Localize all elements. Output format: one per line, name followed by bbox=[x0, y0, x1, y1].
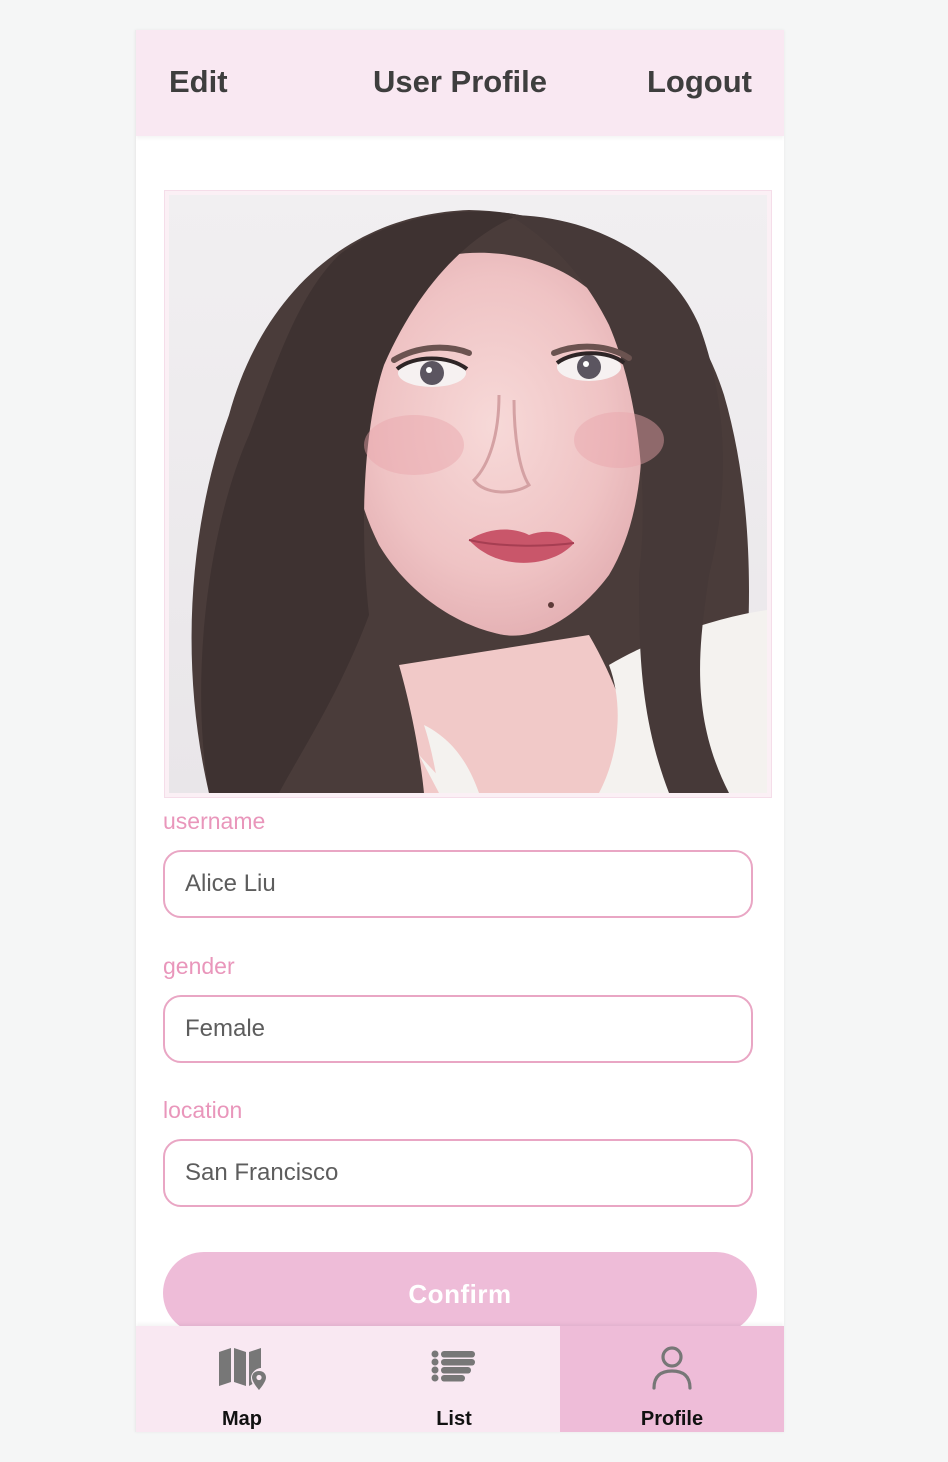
location-field-wrapper bbox=[163, 1139, 753, 1207]
username-field[interactable] bbox=[185, 852, 725, 916]
tab-list[interactable]: List bbox=[348, 1326, 560, 1432]
username-label: username bbox=[163, 808, 266, 834]
bottom-tab-bar: Map List Profile bbox=[136, 1326, 784, 1432]
gender-field[interactable] bbox=[185, 997, 725, 1061]
location-label: location bbox=[163, 1097, 243, 1123]
user-icon bbox=[651, 1346, 693, 1395]
location-field[interactable] bbox=[185, 1141, 725, 1205]
tab-list-label: List bbox=[436, 1408, 472, 1430]
top-bar: Edit User Profile Logout bbox=[136, 30, 784, 136]
tab-map[interactable]: Map bbox=[136, 1326, 348, 1432]
gender-label: gender bbox=[163, 953, 235, 979]
list-icon bbox=[431, 1346, 477, 1390]
logout-button[interactable]: Logout bbox=[647, 64, 752, 100]
profile-photo-frame bbox=[164, 190, 772, 798]
gender-field-wrapper bbox=[163, 995, 753, 1063]
username-field-wrapper bbox=[163, 850, 753, 918]
confirm-button-label: Confirm bbox=[408, 1279, 512, 1309]
profile-photo-illustration bbox=[169, 195, 767, 793]
confirm-button[interactable]: Confirm bbox=[163, 1252, 757, 1334]
app-window: Edit User Profile Logout username Alice … bbox=[135, 30, 784, 1432]
tab-profile[interactable]: Profile bbox=[560, 1326, 784, 1432]
map-icon bbox=[217, 1346, 267, 1395]
tab-map-label: Map bbox=[222, 1408, 262, 1430]
tab-profile-label: Profile bbox=[640, 1408, 704, 1430]
profile-photo[interactable] bbox=[169, 195, 767, 793]
